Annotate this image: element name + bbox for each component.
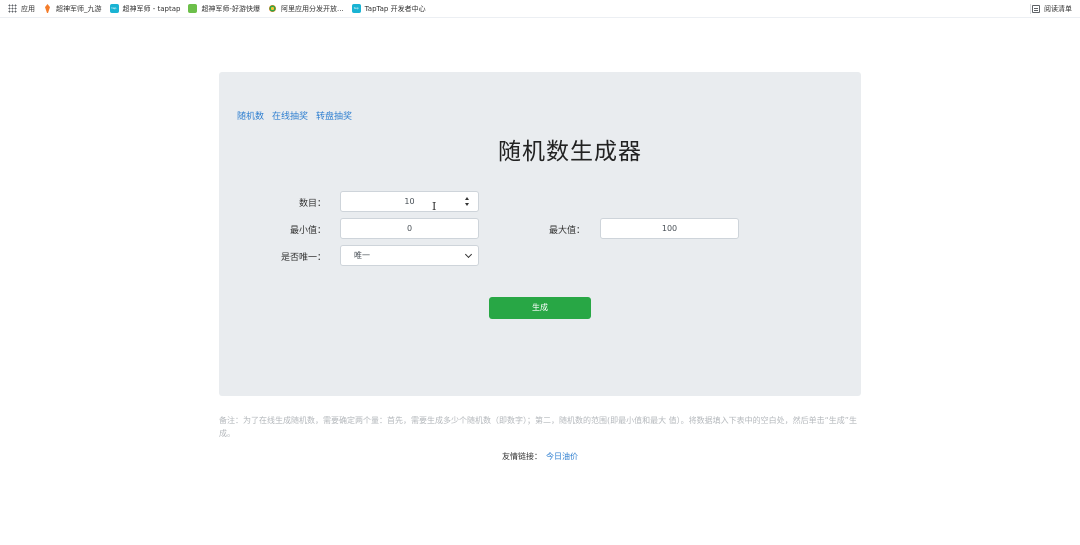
min-value: 0 — [406, 224, 413, 233]
jiuyou-icon — [43, 4, 52, 13]
bookmark-apps[interactable]: 应用 — [8, 4, 35, 14]
unique-select[interactable]: 唯一 — [340, 245, 479, 266]
max-input[interactable]: 100 — [600, 218, 739, 239]
text-cursor-icon: I — [432, 200, 437, 213]
unique-label: 是否唯一： — [280, 253, 326, 263]
nav-links: 随机数 在线抽奖 转盘抽奖 — [237, 109, 352, 122]
bookmarks-bar: 应用 超神军师_九游 超神军师 - taptap 超神军师-好游快爆 阿里应用分… — [0, 0, 1080, 18]
nav-link-lottery[interactable]: 在线抽奖 — [272, 109, 308, 122]
bookmark-aliyun[interactable]: 阿里应用分发开放... — [268, 4, 344, 14]
apps-grid-icon — [8, 4, 17, 13]
bookmark-jiuyou[interactable]: 超神军师_九游 — [43, 4, 102, 14]
nav-link-wheel[interactable]: 转盘抽奖 — [316, 109, 352, 122]
generate-button[interactable]: 生成 — [489, 297, 591, 319]
bookmark-label: 应用 — [21, 4, 35, 13]
page-title: 随机数生成器 — [498, 139, 642, 165]
bookmark-label: TapTap 开发者中心 — [364, 4, 426, 13]
number-spinner-icon[interactable] — [465, 196, 470, 207]
reading-list-label: 阅读清单 — [1044, 4, 1072, 13]
max-value: 100 — [661, 224, 678, 233]
bookmark-haoyou[interactable]: 超神军师-好游快爆 — [188, 4, 260, 14]
min-input[interactable]: 0 — [340, 218, 479, 239]
bookmark-label: 超神军师-好游快爆 — [201, 4, 260, 13]
bookmark-label: 超神军师 - taptap — [122, 4, 181, 13]
reading-list-icon — [1032, 4, 1040, 13]
note-text: 备注：为了在线生成随机数，需要确定两个量：首先，需要生成多少个随机数（即数字）；… — [219, 416, 857, 438]
min-label: 最小值： — [289, 226, 326, 236]
bookmark-label: 超神军师_九游 — [56, 4, 102, 13]
friend-links-label: 友情链接： — [502, 452, 542, 461]
aliyun-icon — [268, 4, 277, 13]
friend-link-oil-price[interactable]: 今日油价 — [546, 452, 578, 461]
bookmark-divider — [1030, 4, 1031, 14]
chevron-down-icon — [464, 250, 473, 259]
haoyou-icon — [188, 4, 198, 13]
generator-panel: 随机数 在线抽奖 转盘抽奖 随机数生成器 数目： 10 I 最小值： 0 最大值… — [219, 72, 861, 396]
bookmark-taptap[interactable]: 超神军师 - taptap — [109, 4, 181, 14]
taptap-icon — [109, 4, 119, 13]
bookmark-label: 阿里应用分发开放... — [280, 4, 344, 13]
friend-links: 友情链接： 今日油价 — [0, 451, 1080, 462]
unique-select-value: 唯一 — [354, 251, 370, 260]
count-value: 10 — [404, 197, 415, 206]
max-label: 最大值： — [548, 226, 585, 236]
taptap-icon — [351, 4, 361, 13]
bookmark-taptap-dev[interactable]: TapTap 开发者中心 — [351, 4, 426, 14]
count-label: 数目： — [298, 199, 326, 209]
reading-list-button[interactable]: 阅读清单 — [1032, 0, 1072, 17]
nav-link-random[interactable]: 随机数 — [237, 109, 264, 122]
count-input[interactable]: 10 — [340, 191, 479, 212]
